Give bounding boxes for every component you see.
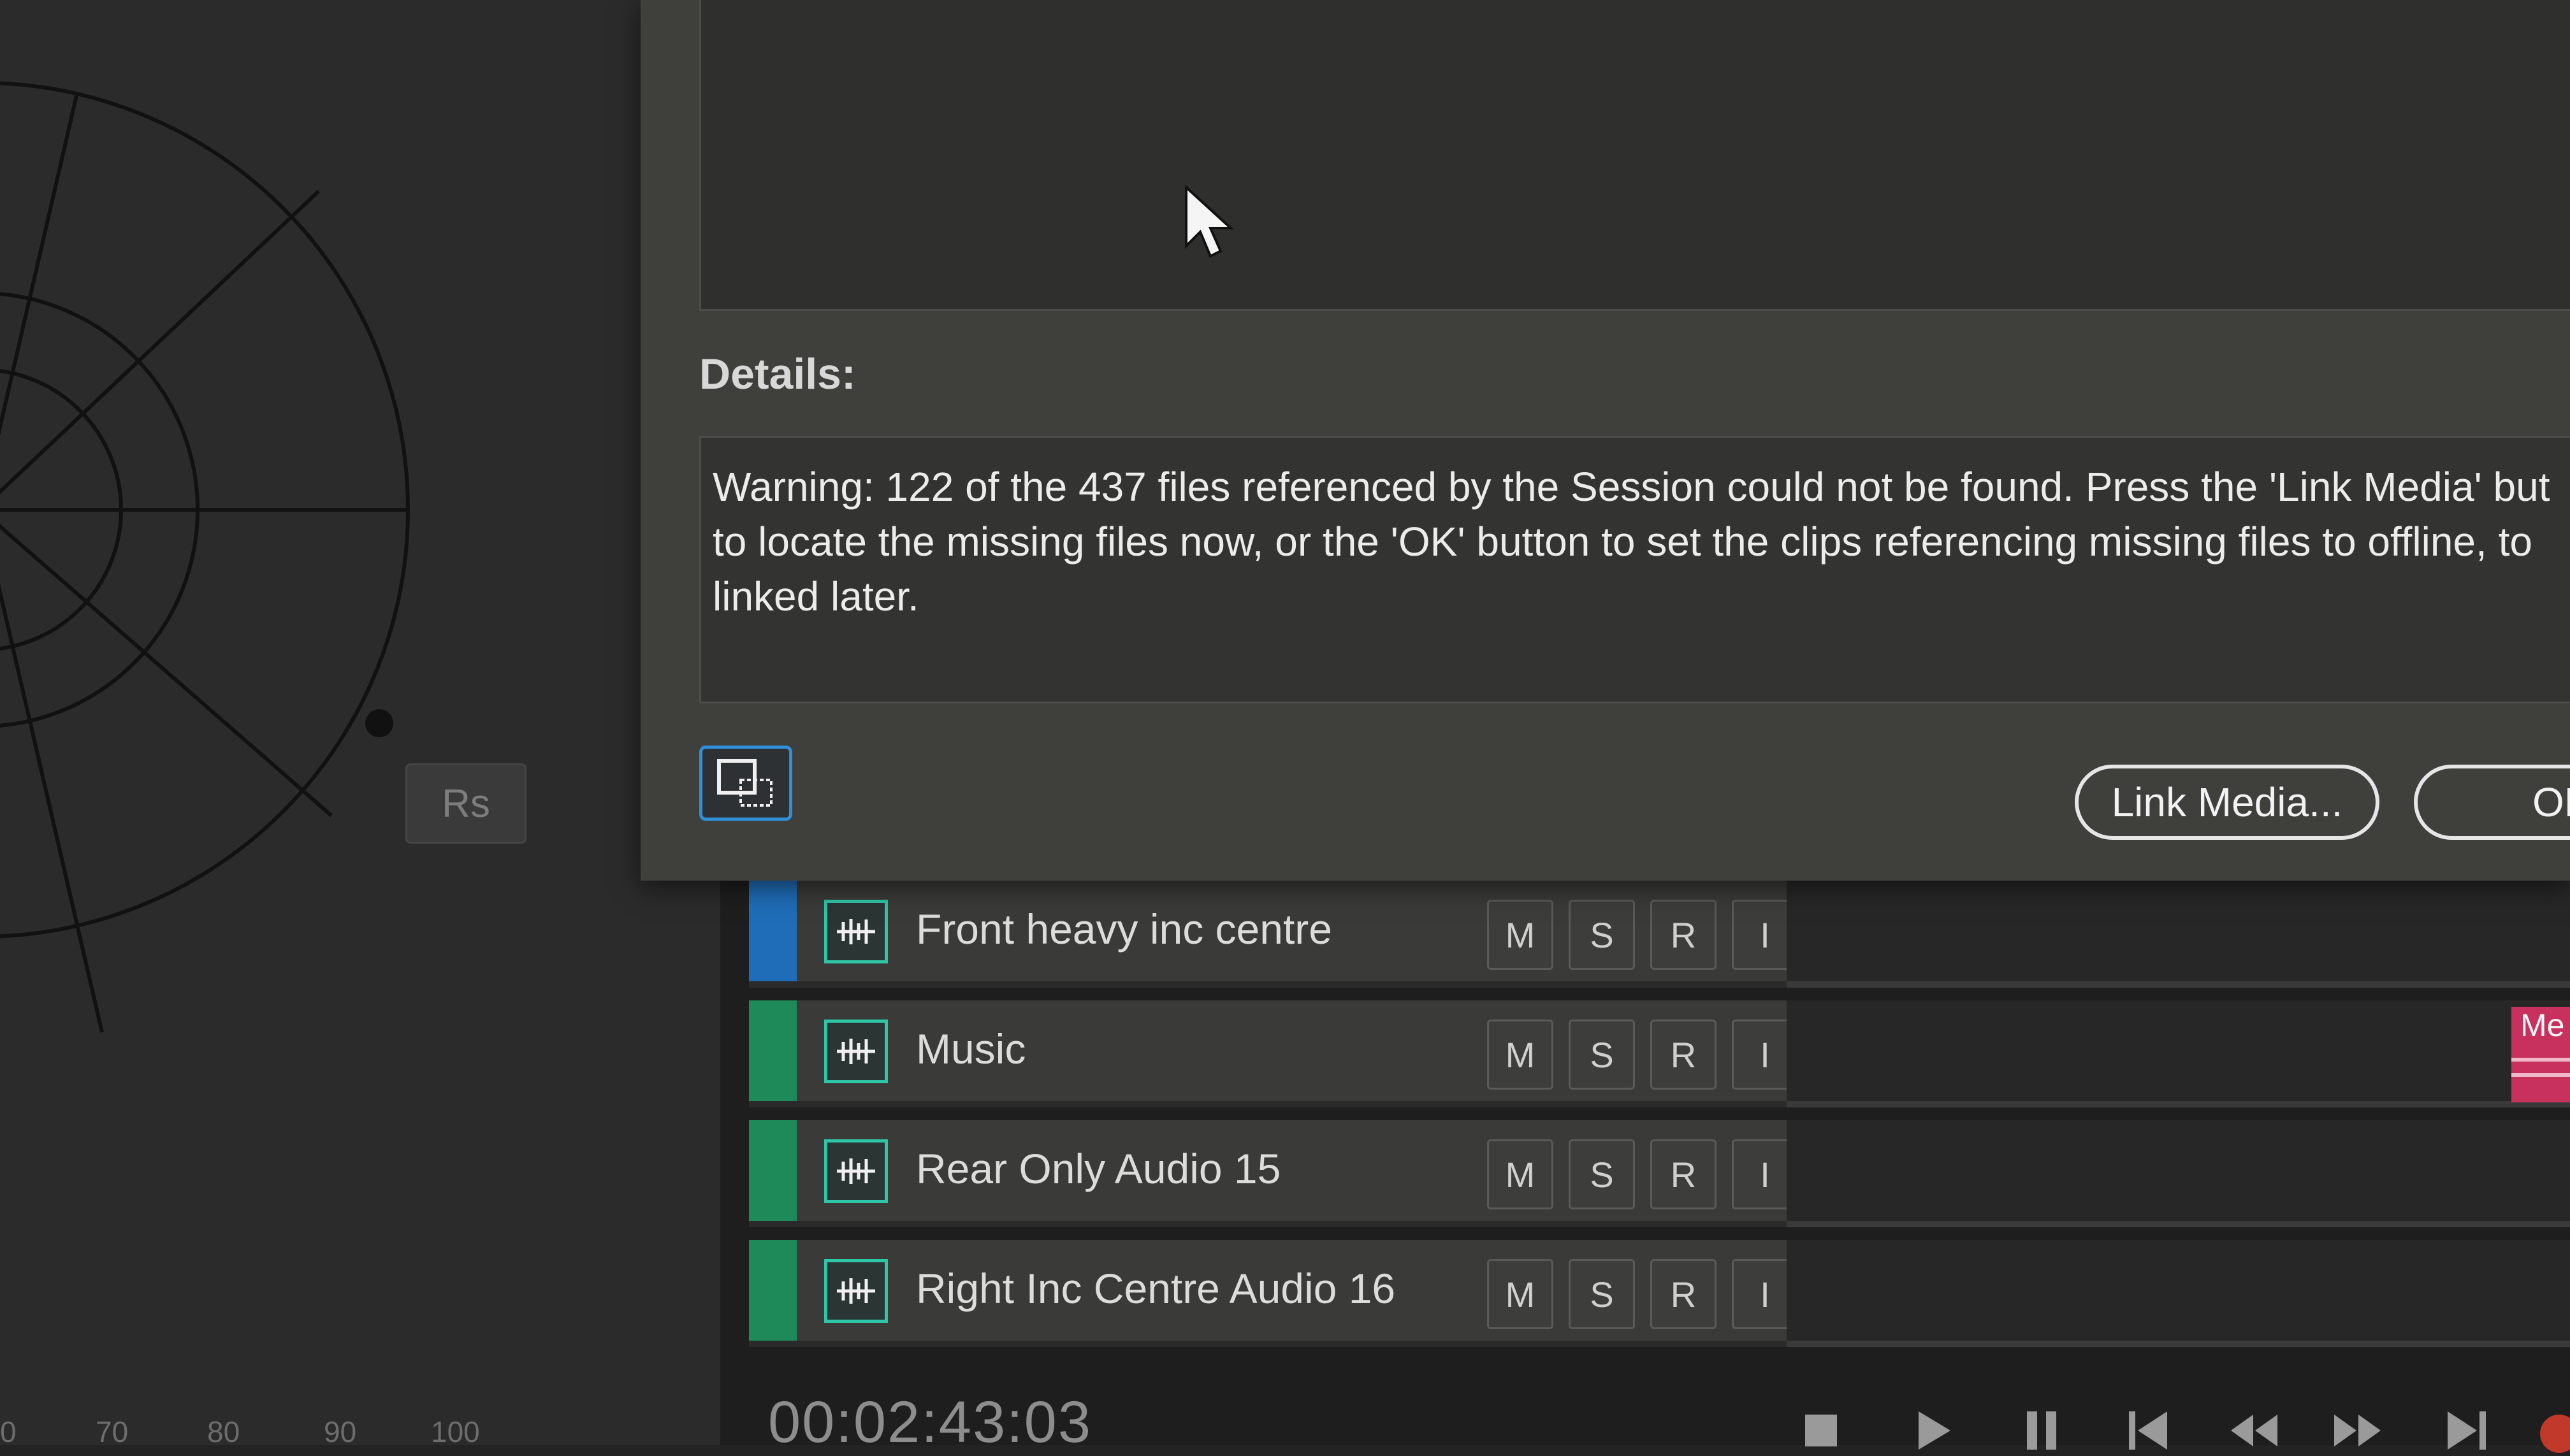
solo-button[interactable]: S	[1569, 1020, 1635, 1090]
mouse-cursor-icon	[1185, 185, 1235, 258]
mute-button[interactable]: M	[1487, 1259, 1553, 1329]
ruler-label: 90	[324, 1415, 357, 1448]
clip-label: Me	[2520, 1007, 2565, 1043]
message-area	[699, 0, 2570, 311]
track-color-strip	[749, 881, 797, 981]
ruler-label: 70	[96, 1415, 129, 1448]
audio-clip[interactable]: Me	[2511, 1007, 2570, 1102]
details-line: linked later.	[713, 573, 919, 619]
surround-panner-graphic[interactable]	[0, 0, 720, 1445]
mute-button[interactable]: M	[1487, 900, 1553, 970]
play-icon[interactable]	[1909, 1402, 1960, 1453]
details-label: Details:	[699, 350, 856, 398]
ruler-label: 80	[207, 1415, 240, 1448]
track-row[interactable]: Front heavy inc centre M S R I	[749, 881, 1798, 988]
track-lane[interactable]	[1787, 881, 2570, 988]
track-lane[interactable]	[1787, 1240, 2570, 1347]
record-arm-button[interactable]: R	[1650, 1139, 1717, 1209]
skip-to-start-icon[interactable]	[2123, 1402, 2174, 1453]
timecode-display[interactable]: 00:02:43:03	[768, 1389, 1092, 1456]
copy-details-button[interactable]	[699, 746, 792, 821]
track-row[interactable]: Rear Only Audio 15 M S R I	[749, 1120, 1798, 1227]
stop-icon[interactable]	[1797, 1402, 1848, 1453]
surround-panner-panel: Rs 0 70 80 90 100	[0, 0, 720, 1448]
track-name[interactable]: Front heavy inc centre	[916, 905, 1332, 953]
link-media-button[interactable]: Link Media...	[2075, 765, 2379, 840]
fast-forward-icon[interactable]	[2333, 1402, 2384, 1453]
skip-to-end-icon[interactable]	[2441, 1402, 2492, 1453]
track-color-strip	[749, 1000, 797, 1101]
audio-waveform-icon	[824, 900, 888, 963]
solo-button[interactable]: S	[1569, 1259, 1635, 1329]
clip-waveform-line	[2511, 1058, 2570, 1062]
rs-channel-button[interactable]: Rs	[405, 763, 526, 844]
mute-button[interactable]: M	[1487, 1020, 1553, 1090]
clip-waveform-line	[2511, 1073, 2570, 1077]
pause-icon[interactable]	[2017, 1402, 2068, 1453]
ok-button[interactable]: OK	[2414, 765, 2570, 840]
rewind-icon[interactable]	[2228, 1402, 2279, 1453]
track-list: Front heavy inc centre M S R I Music M S…	[720, 881, 2570, 1445]
mute-button[interactable]: M	[1487, 1139, 1553, 1209]
details-text-box: Warning: 122 of the 437 files referenced…	[699, 436, 2570, 703]
audio-waveform-icon	[824, 1139, 888, 1203]
audio-waveform-icon	[824, 1020, 888, 1083]
track-name[interactable]: Rear Only Audio 15	[916, 1144, 1281, 1193]
ruler-label: 100	[431, 1415, 480, 1448]
audio-waveform-icon	[824, 1259, 888, 1323]
track-color-strip	[749, 1120, 797, 1221]
track-lane[interactable]	[1787, 1120, 2570, 1227]
missing-files-dialog: Details: Warning: 122 of the 437 files r…	[641, 0, 2570, 881]
track-name[interactable]: Right Inc Centre Audio 16	[916, 1264, 1395, 1313]
details-line: to locate the missing files now, or the …	[713, 519, 2532, 565]
track-lane[interactable]: Me	[1787, 1000, 2570, 1107]
solo-button[interactable]: S	[1569, 900, 1635, 970]
details-line: Warning: 122 of the 437 files referenced…	[713, 464, 2550, 510]
record-arm-button[interactable]: R	[1650, 1020, 1717, 1090]
solo-button[interactable]: S	[1569, 1139, 1635, 1209]
record-arm-button[interactable]: R	[1650, 900, 1717, 970]
ruler-label: 0	[0, 1415, 17, 1448]
record-arm-button[interactable]: R	[1650, 1259, 1717, 1329]
track-name[interactable]: Music	[916, 1025, 1026, 1073]
track-row[interactable]: Music M S R I	[749, 1000, 1798, 1107]
track-color-strip	[749, 1240, 797, 1341]
track-row[interactable]: Right Inc Centre Audio 16 M S R I	[749, 1240, 1798, 1347]
copy-icon	[717, 759, 773, 807]
record-icon[interactable]	[2534, 1402, 2570, 1453]
